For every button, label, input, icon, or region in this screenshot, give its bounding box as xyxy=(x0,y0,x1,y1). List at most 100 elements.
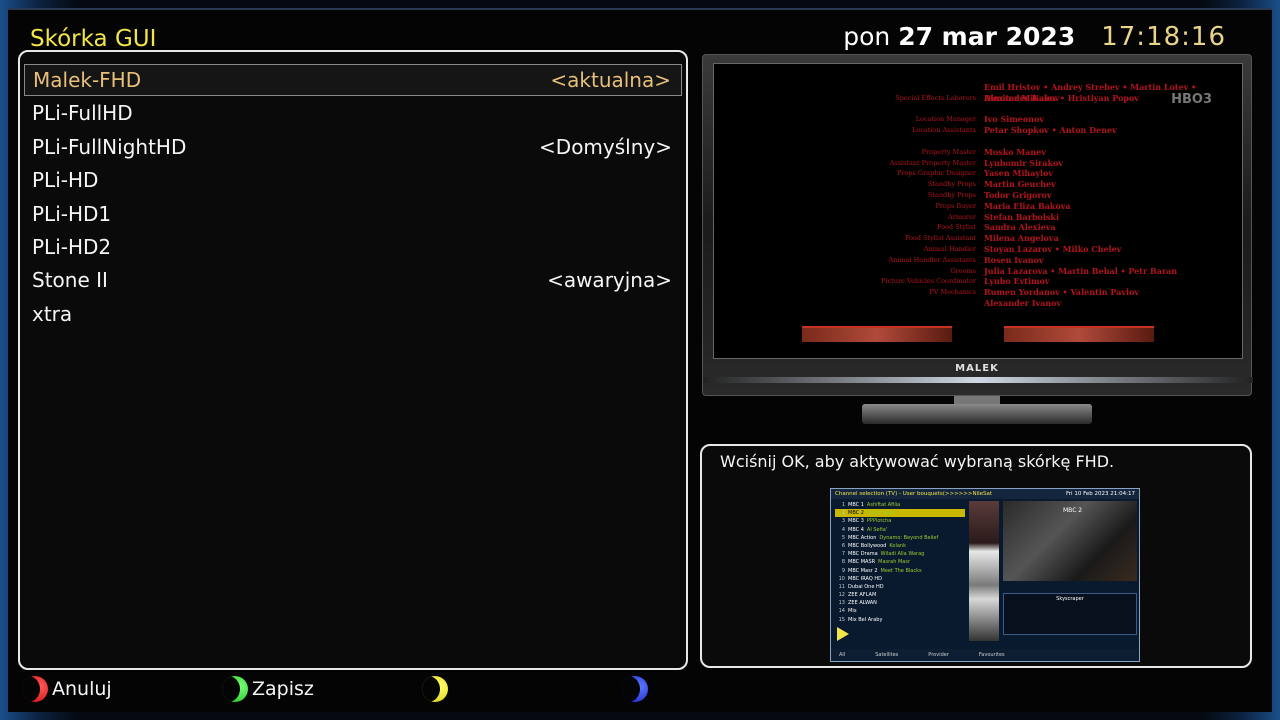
skin-name: PLi-HD1 xyxy=(32,201,112,226)
credit-role: Property Master xyxy=(921,147,976,156)
credit-role xyxy=(714,298,984,309)
skin-item[interactable]: PLi-FullHD xyxy=(24,97,682,129)
play-icon xyxy=(837,627,849,641)
credit-row: Grooms Julia Lazarova • Martin Behal • Pe… xyxy=(714,266,1242,277)
mini-channel-name: MBC IRAQ HD xyxy=(848,575,882,582)
credit-row xyxy=(714,104,1242,115)
mini-channel-name: MBC MASR xyxy=(848,559,876,566)
mini-channel-row: 3 MBC 3 PPPlotcha xyxy=(835,517,965,525)
mini-channel-n: 7 xyxy=(841,551,845,558)
skin-item[interactable]: Malek-FHD <aktualna> xyxy=(24,64,682,96)
credit-role xyxy=(714,104,984,115)
mini-channel-row: 7 MBC Drama Wiladi Alla Warag xyxy=(835,550,965,558)
mini-epg-title: Skyscraper xyxy=(1056,596,1084,602)
credit-names: Lyubo Evtimov xyxy=(984,276,1050,287)
credit-role: Props Buyer xyxy=(935,201,976,210)
credit-names: Yasen Mihaylov xyxy=(984,168,1054,179)
mini-channel-row: 15 Mix Bel Araby xyxy=(835,616,965,624)
mini-channel-row: 4 MBC 4 Al Sefia' xyxy=(835,526,965,534)
mini-channel-row: 14 Mix xyxy=(835,607,965,615)
mini-channel-ep: Ashiftat Afilia xyxy=(866,502,901,508)
credit-role: Animal Handler xyxy=(923,244,976,253)
mini-channel-name: ZEE ALWAN xyxy=(848,600,877,607)
mini-channel-ep: Wiladi Alla Warag xyxy=(880,551,925,558)
mini-channel-row: 5 MBC Action Dynamo: Beyond Belief xyxy=(835,534,965,542)
mini-footer-item: Satellites xyxy=(875,652,899,658)
skin-item[interactable]: PLi-HD1 xyxy=(24,198,682,230)
credit-row: Property Master Mosko Manev xyxy=(714,147,1242,158)
credit-names: Rosen Ivanov xyxy=(984,254,1044,265)
skin-tag: <Domyślny> xyxy=(539,134,672,159)
credit-row: Food Stylist Assistant Milena Angelova xyxy=(714,233,1242,244)
mini-channel-list: 1 MBC 1 Ashiftat Afilia 2 MBC 2 Skyscraper 3 MB… xyxy=(835,501,965,635)
mini-channel-n: 13 xyxy=(838,600,845,607)
skin-item[interactable]: xtra xyxy=(24,298,682,330)
mini-channel-ep: Kolank xyxy=(889,542,906,549)
credits-thumbnail-left xyxy=(802,326,952,342)
credit-row: Picture Vehicles Coordinator Lyubo Evtimo… xyxy=(714,276,1242,287)
yellow-button[interactable] xyxy=(422,674,452,704)
blue-key-icon xyxy=(622,676,648,702)
credits-roll: Emil Hristov • Andrey Strebev • Martin L… xyxy=(714,82,1242,309)
credit-role: Armorer xyxy=(948,212,976,221)
mini-channel-row: 11 Dubai One HD xyxy=(835,583,965,591)
skin-name: PLi-FullHD xyxy=(32,101,133,126)
mini-channel-n: 12 xyxy=(838,592,845,599)
mini-channel-row: 2 MBC 2 Skyscraper xyxy=(835,509,965,518)
skin-item[interactable]: PLi-HD2 xyxy=(24,231,682,263)
skin-item[interactable]: Stone II <awaryjna> xyxy=(24,264,682,296)
credit-row: Standby Props Martin Geuchev xyxy=(714,179,1242,190)
mini-channel-name: MBC 3 xyxy=(848,518,864,525)
credit-names: Petar Shopkov • Anton Denev xyxy=(984,125,1117,136)
red-button-label: Anuluj xyxy=(52,678,112,700)
mini-channel-n: 4 xyxy=(841,526,845,533)
skin-item[interactable]: PLi-HD xyxy=(24,164,682,196)
skin-preview-tv: Emil Hristov • Andrey Strebev • Martin L… xyxy=(702,54,1253,426)
tv-body: Emil Hristov • Andrey Strebev • Martin L… xyxy=(702,54,1253,396)
credit-row: Location Manager Ivo Simeonov xyxy=(714,114,1242,125)
skin-screenshot-preview: Channel selection (TV) - User bouquets(>… xyxy=(830,488,1140,662)
mini-footer-item: Provider xyxy=(928,652,949,658)
mini-header-clock: Fri 10 Feb 2023 21:04:17 xyxy=(1066,491,1135,497)
mini-channel-row: 12 ZEE AFLAM xyxy=(835,591,965,599)
mini-channel-n: 15 xyxy=(838,616,845,623)
skin-item[interactable]: PLi-FullNightHD <Domyślny> xyxy=(24,131,682,163)
credit-row: Special Effects Laborers Dimitar Mihalev … xyxy=(714,93,1242,104)
mini-header: Channel selection (TV) - User bouquets(>… xyxy=(831,489,1139,499)
credit-row: PV Mechanics Rumen Yordanov • Valentin Pa… xyxy=(714,287,1242,298)
skin-name: PLi-FullNightHD xyxy=(32,134,187,159)
info-panel: Wciśnij OK, aby aktywować wybraną skórkę… xyxy=(700,444,1252,668)
skin-tag: <aktualna> xyxy=(550,68,671,92)
mini-channel-name: MBC 2 xyxy=(848,510,864,517)
green-button[interactable]: Zapisz xyxy=(222,674,314,704)
credit-row: Standby Props Todor Grigorov xyxy=(714,190,1242,201)
mini-footer-item: Favourites xyxy=(978,652,1005,658)
credits-thumbnail-right xyxy=(1004,326,1154,342)
tv-brand: MALEK xyxy=(955,363,999,374)
skin-name: PLi-HD xyxy=(32,168,99,193)
time-display: 17:18:16 xyxy=(1101,22,1226,52)
tv-stripe xyxy=(703,377,1253,383)
mini-channel-n: 6 xyxy=(841,542,845,549)
credit-row: Animal Handler Assistants Rosen Ivanov xyxy=(714,255,1242,266)
red-button[interactable]: Anuluj xyxy=(22,674,112,704)
credit-names: Rumen Yordanov • Valentin Pavlov xyxy=(984,287,1140,298)
page-title: Skórka GUI xyxy=(30,26,157,52)
credit-names: Alexander Ivanov xyxy=(984,297,1062,308)
mini-channel-ep: Al Sefia' xyxy=(866,526,888,533)
credit-names: Ivo Simeonov xyxy=(984,114,1045,125)
date-value: 27 mar 2023 xyxy=(898,22,1076,51)
credit-role: Grooms xyxy=(950,266,976,275)
mini-channel-name: MBC Masr 2 xyxy=(848,567,878,574)
credit-row: Props Graphic Designer Yasen Mihaylov xyxy=(714,168,1242,179)
credit-row: Emil Hristov • Andrey Strebev • Martin L… xyxy=(714,82,1242,103)
credit-role: Animal Handler Assistants xyxy=(888,255,976,264)
mini-channel-n: 11 xyxy=(838,583,845,590)
credit-role: Special Effects Laborers xyxy=(895,93,976,102)
mini-channel-row: 1 MBC 1 Ashiftat Afilia xyxy=(835,501,965,509)
skin-list: Malek-FHD <aktualna> PLi-FullHD PLi-FullNig… xyxy=(18,50,688,670)
skin-name: xtra xyxy=(32,301,73,326)
credit-row: Food Stylist Sandra Alexieva xyxy=(714,222,1242,233)
blue-button[interactable] xyxy=(622,674,652,704)
mini-channel-name: ZEE AFLAM xyxy=(848,592,877,599)
